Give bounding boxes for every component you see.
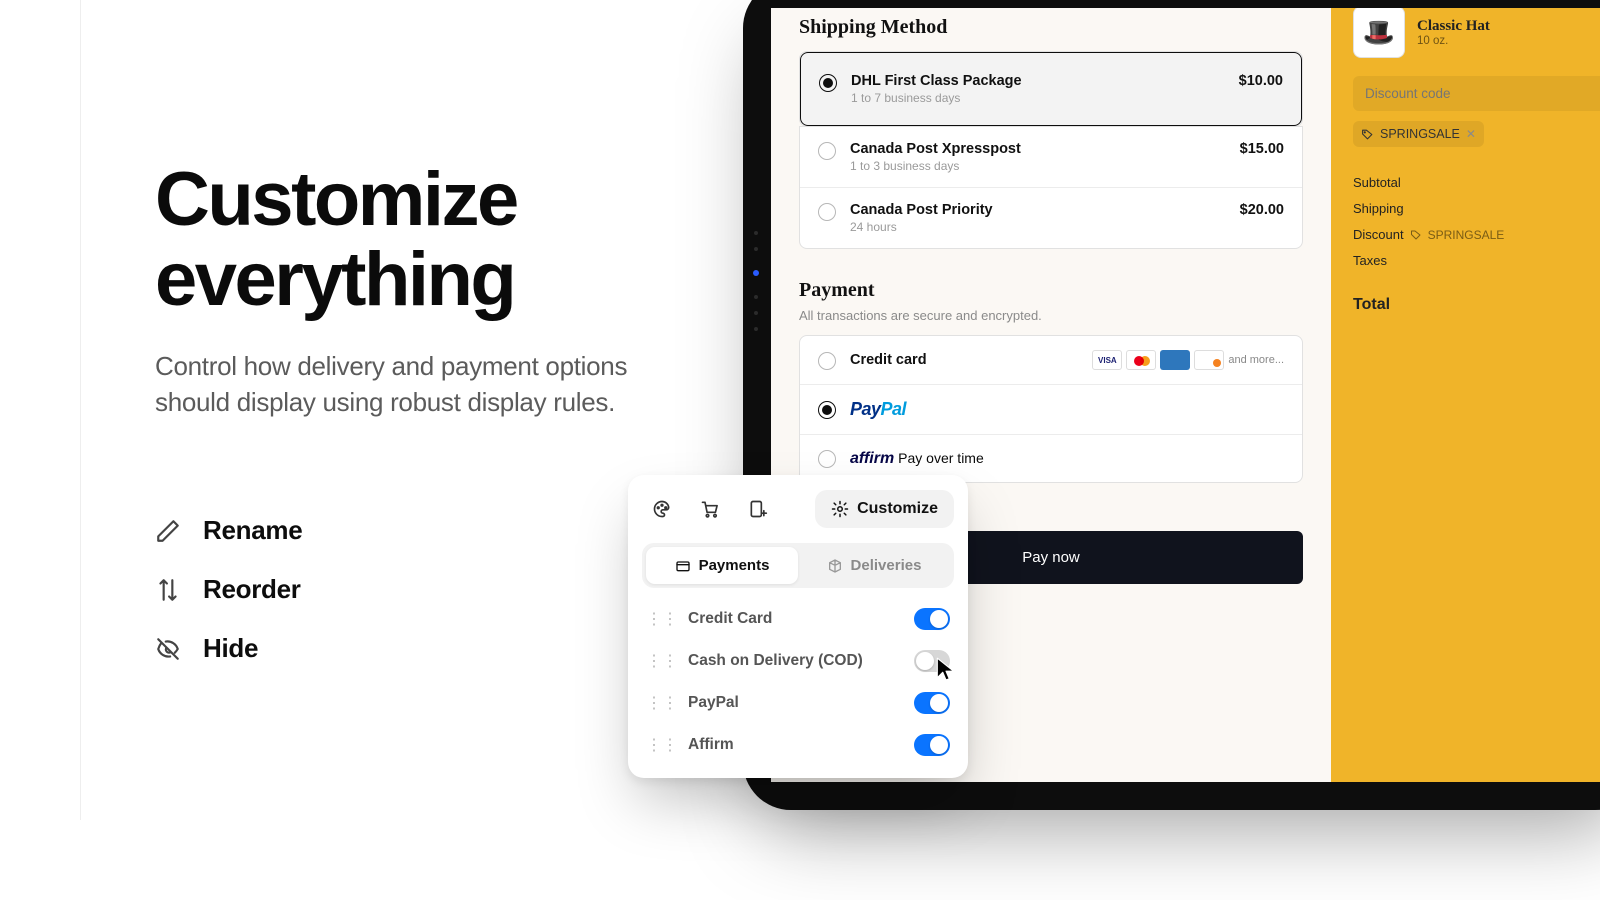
shipping-options-rest: Canada Post Xpresspost 1 to 3 business d… — [799, 126, 1303, 249]
theme-button[interactable] — [642, 489, 682, 529]
drag-handle-icon[interactable]: ⋮⋮ — [646, 609, 678, 629]
shipping-option-dhl[interactable]: DHL First Class Package 1 to 7 business … — [800, 52, 1302, 126]
cart-button[interactable] — [690, 489, 730, 529]
radio-selected-icon — [818, 401, 836, 419]
payment-subtitle: All transactions are secure and encrypte… — [799, 308, 1303, 323]
shipping-option-priority[interactable]: Canada Post Priority 24 hours $20.00 — [800, 187, 1302, 248]
payment-title: Payment — [799, 279, 1303, 302]
payment-option-paypal[interactable]: PayPal — [800, 384, 1302, 434]
hero: Customize everything Control how deliver… — [155, 160, 675, 692]
page-title: Customize everything — [155, 160, 675, 320]
drag-handle-icon[interactable]: ⋮⋮ — [646, 735, 678, 755]
radio-icon — [818, 450, 836, 468]
shipping-label: Shipping — [1353, 201, 1404, 216]
package-icon — [827, 558, 843, 574]
shipping-option-xpresspost[interactable]: Canada Post Xpresspost 1 to 3 business d… — [800, 127, 1302, 187]
card-icon — [675, 558, 691, 574]
payment-item-cod[interactable]: ⋮⋮ Cash on Delivery (COD) — [642, 642, 954, 680]
card-brand-icons: and more... — [1092, 350, 1284, 370]
payment-options: Credit card and more... PayPal affir — [799, 335, 1303, 483]
gear-icon — [831, 500, 849, 518]
page-subtitle: Control how delivery and payment options… — [155, 348, 675, 421]
order-summary: 🎩 Classic Hat 10 oz. SPRINGSALE ✕ Subtot… — [1331, 8, 1600, 782]
panel-tabs: Payments Deliveries — [642, 543, 954, 588]
drag-handle-icon[interactable]: ⋮⋮ — [646, 693, 678, 713]
tab-deliveries[interactable]: Deliveries — [798, 547, 950, 584]
discount-tag[interactable]: SPRINGSALE ✕ — [1353, 121, 1484, 147]
subtotal-label: Subtotal — [1353, 175, 1401, 190]
divider — [80, 0, 81, 820]
shipping-options: DHL First Class Package 1 to 7 business … — [799, 51, 1303, 127]
cart-icon — [700, 499, 720, 519]
amex-icon — [1160, 350, 1190, 370]
pencil-icon — [155, 518, 181, 544]
paypal-icon: PayPal — [850, 399, 906, 420]
cart-line-item: 🎩 Classic Hat 10 oz. — [1353, 8, 1600, 58]
remove-tag-icon[interactable]: ✕ — [1466, 127, 1476, 141]
palette-icon — [652, 499, 672, 519]
payment-item-affirm[interactable]: ⋮⋮ Affirm — [642, 726, 954, 764]
reorder-icon — [155, 577, 181, 603]
toggle-credit-card[interactable] — [914, 608, 950, 630]
feature-rename: Rename — [155, 515, 675, 546]
tag-icon — [1361, 128, 1374, 141]
device-plus-icon — [748, 499, 768, 519]
radio-icon — [818, 142, 836, 160]
drag-handle-icon[interactable]: ⋮⋮ — [646, 651, 678, 671]
radio-selected-icon — [819, 74, 837, 92]
payment-option-card[interactable]: Credit card and more... — [800, 336, 1302, 384]
toggle-paypal[interactable] — [914, 692, 950, 714]
feature-reorder: Reorder — [155, 574, 675, 605]
toggle-cod[interactable] — [914, 650, 950, 672]
customize-button[interactable]: Customize — [815, 490, 954, 528]
tag-icon — [1410, 229, 1422, 241]
radio-icon — [818, 352, 836, 370]
toggle-affirm[interactable] — [914, 734, 950, 756]
payment-item-credit-card[interactable]: ⋮⋮ Credit Card — [642, 600, 954, 638]
total-label: Total — [1353, 296, 1390, 314]
shipping-method-title: Shipping Method — [799, 16, 1303, 39]
affirm-icon: affirmPay over time — [850, 450, 984, 468]
mastercard-icon — [1126, 350, 1156, 370]
product-thumbnail: 🎩 — [1353, 8, 1405, 58]
discount-code-input[interactable] — [1353, 76, 1600, 111]
feature-hide: Hide — [155, 633, 675, 664]
tab-payments[interactable]: Payments — [646, 547, 798, 584]
discover-icon — [1194, 350, 1224, 370]
radio-icon — [818, 203, 836, 221]
visa-icon — [1092, 350, 1122, 370]
eye-off-icon — [155, 636, 181, 662]
payment-item-paypal[interactable]: ⋮⋮ PayPal — [642, 684, 954, 722]
add-device-button[interactable] — [738, 489, 778, 529]
discount-label: Discount — [1353, 227, 1404, 242]
customize-panel: Customize Payments Deliveries ⋮⋮ Credit … — [628, 475, 968, 778]
taxes-label: Taxes — [1353, 253, 1387, 268]
